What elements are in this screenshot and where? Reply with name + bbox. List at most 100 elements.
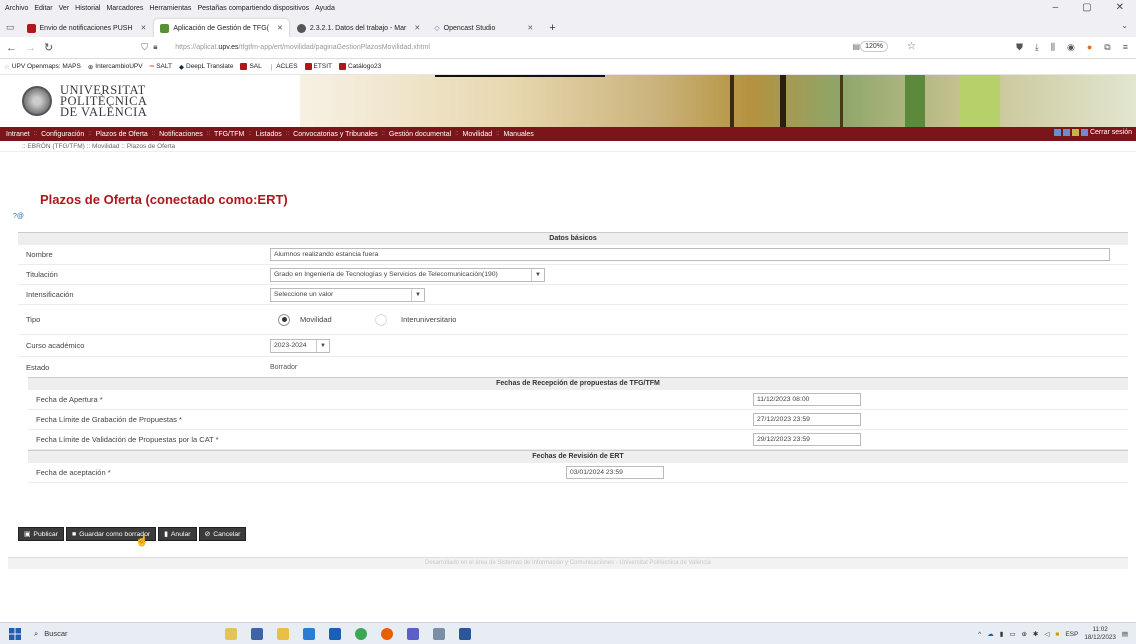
downloads-icon[interactable]: ⤓: [1035, 42, 1039, 53]
zoom-level[interactable]: 120%: [860, 41, 888, 52]
maximize-button[interactable]: ▢: [1082, 2, 1091, 13]
radio-interuniversitario[interactable]: [375, 313, 387, 326]
tab-close-icon[interactable]: ✕: [414, 24, 420, 32]
bookmark-deepl[interactable]: ◆ DeepL Translate: [179, 63, 233, 71]
nav-separator: ::: [381, 131, 385, 137]
onedrive-icon[interactable]: ☁: [987, 630, 994, 638]
tab-gestion-tfg[interactable]: Aplicación de Gestión de TFG( ✕: [154, 19, 289, 37]
bookmark-intercambio[interactable]: ⊕ IntercambioUPV: [88, 63, 143, 71]
nav-movilidad[interactable]: Movilidad: [463, 131, 493, 138]
menu-herramientas[interactable]: Herramientas: [149, 5, 191, 12]
curso-select[interactable]: 2023-2024 ▼: [270, 338, 330, 353]
nav-intranet[interactable]: Intranet: [6, 131, 30, 138]
outlook-icon[interactable]: [329, 627, 341, 640]
bookmark-acles[interactable]: ❘ ACLES: [269, 63, 298, 71]
tab-overflow-chevron-icon[interactable]: ⌄: [1121, 21, 1128, 30]
logout-link[interactable]: Cerrar sesión: [1090, 129, 1132, 136]
titulacion-select[interactable]: Grado en Ingeniería de Tecnologías y Ser…: [270, 267, 545, 282]
tab-list-icon[interactable]: ▭: [6, 22, 15, 33]
menu-pestanas[interactable]: Pestañas compartiendo dispositivos: [197, 5, 309, 12]
language-spanish-icon[interactable]: [1062, 129, 1070, 136]
nav-configuracion[interactable]: Configuración: [41, 131, 84, 138]
clock[interactable]: 11:02 18/12/2023: [1084, 626, 1116, 642]
reload-icon[interactable]: ↻: [44, 41, 53, 54]
tab-close-icon[interactable]: ✕: [141, 24, 147, 32]
chrome-icon[interactable]: [355, 627, 367, 640]
forward-icon[interactable]: →: [25, 42, 36, 54]
app-tray-icon[interactable]: ■: [1055, 631, 1059, 638]
extensions-puzzle-icon[interactable]: ⧉: [1104, 42, 1110, 53]
nav-listados[interactable]: Listados: [256, 131, 282, 138]
bookmark-star-icon[interactable]: ☆: [907, 41, 916, 52]
apertura-date-input[interactable]: 11/12/2023 08:00: [753, 393, 861, 406]
library-icon[interactable]: ⫼: [1051, 42, 1055, 53]
nav-notificaciones[interactable]: Notificaciones: [159, 131, 203, 138]
url-bar[interactable]: ⛉ 🔒︎ https://aplicat. upv.es/tfgtfm-app/e…: [61, 40, 1130, 56]
app-icon[interactable]: [433, 627, 445, 640]
nav-plazos[interactable]: Plazos de Oferta: [96, 131, 148, 138]
tab-datos-trabajo[interactable]: 2.3.2.1. Datos del trabajo - Mar ✕: [291, 19, 426, 37]
help-icon[interactable]: ?@: [13, 213, 24, 220]
notifications-icon[interactable]: ▤: [1122, 630, 1128, 638]
mic-icon[interactable]: ▮: [1000, 630, 1004, 638]
tab-close-icon[interactable]: ✕: [277, 24, 283, 32]
network-icon[interactable]: ▭: [1009, 630, 1015, 638]
menu-historial[interactable]: Historial: [75, 5, 100, 12]
extension-icon[interactable]: ●: [1087, 42, 1092, 53]
tab-close-icon[interactable]: ✕: [527, 24, 533, 32]
bookmark-catalogo[interactable]: Catálogo23: [338, 63, 381, 70]
banner-decoration: [905, 75, 925, 127]
menu-archivo[interactable]: Archivo: [5, 5, 28, 12]
volume-icon[interactable]: ◁: [1044, 630, 1049, 638]
file-explorer-icon[interactable]: [277, 627, 289, 640]
grabacion-date-input[interactable]: 27/12/2023 23:59: [753, 413, 861, 426]
upv-logo[interactable]: UNIVERSITAT POLITÈCNICA DE VALÈNCIA: [0, 75, 300, 127]
minimize-button[interactable]: –: [1053, 2, 1059, 13]
intensificacion-select[interactable]: Seleccione un valor ▼: [270, 287, 425, 302]
bluetooth-icon[interactable]: ✱: [1033, 630, 1038, 638]
language-valencian-icon[interactable]: [1053, 129, 1061, 136]
firefox-icon[interactable]: [381, 627, 393, 640]
bookmark-sal[interactable]: SAL: [240, 63, 262, 70]
cancelar-button[interactable]: ⊘ Cancelar: [198, 527, 247, 541]
menu-editar[interactable]: Editar: [34, 5, 52, 12]
nav-tfgtfm[interactable]: TFG/TFM: [214, 131, 244, 138]
bookmark-etsit[interactable]: ETSIT: [304, 63, 332, 70]
tab-opencast[interactable]: ◇ Opencast Studio ✕: [428, 19, 539, 37]
nav-manuales[interactable]: Manuales: [503, 131, 533, 138]
security-icon[interactable]: ⊕: [1021, 630, 1026, 638]
reader-view-icon[interactable]: ▤: [852, 42, 860, 51]
teams-icon[interactable]: [407, 627, 419, 640]
menu-ayuda[interactable]: Ayuda: [315, 5, 335, 12]
taskbar-search[interactable]: ⌕ Buscar: [30, 626, 120, 642]
account-icon[interactable]: ◉: [1067, 42, 1075, 53]
new-tab-button[interactable]: +: [549, 22, 555, 34]
nav-gestion-documental[interactable]: Gestión documental: [389, 131, 451, 138]
tray-chevron-icon[interactable]: ^: [978, 631, 981, 638]
menu-ver[interactable]: Ver: [59, 5, 70, 12]
nav-convocatorias[interactable]: Convocatorias y Tribunales: [293, 131, 377, 138]
task-view-icon[interactable]: [251, 627, 263, 640]
edge-icon[interactable]: [303, 627, 315, 640]
page-title: Plazos de Oferta (conectado como:ERT): [40, 192, 288, 207]
publicar-button[interactable]: ▣ Publicar: [18, 527, 64, 541]
word-icon[interactable]: [459, 627, 471, 640]
hamburger-menu-icon[interactable]: ≡: [1123, 42, 1128, 53]
pocket-icon[interactable]: ⛊: [1016, 42, 1023, 53]
tab-push[interactable]: Envio de notificaciones PUSH ✕: [21, 19, 153, 37]
menu-marcadores[interactable]: Marcadores: [106, 5, 143, 12]
language-english-icon[interactable]: [1071, 129, 1079, 136]
banner-decoration: [730, 75, 734, 127]
radio-movilidad[interactable]: [278, 313, 290, 326]
widgets-icon[interactable]: [225, 627, 237, 640]
windows-start-icon[interactable]: [0, 627, 30, 640]
validacion-date-input[interactable]: 29/12/2023 23:59: [753, 433, 861, 446]
nombre-input[interactable]: Alumnos realizando estancia fuera: [270, 248, 1110, 261]
back-icon[interactable]: ←: [6, 42, 17, 54]
close-window-button[interactable]: ✕: [1116, 2, 1124, 13]
aceptacion-date-input[interactable]: 03/01/2024 23:59: [566, 466, 664, 479]
bookmark-maps[interactable]: ☆ UPV Openmaps: MAPS: [4, 63, 81, 71]
anular-button[interactable]: ▮ Anular: [158, 527, 197, 541]
bookmark-salt[interactable]: ═ SALT: [150, 63, 172, 70]
language-indicator[interactable]: ESP: [1065, 631, 1078, 638]
